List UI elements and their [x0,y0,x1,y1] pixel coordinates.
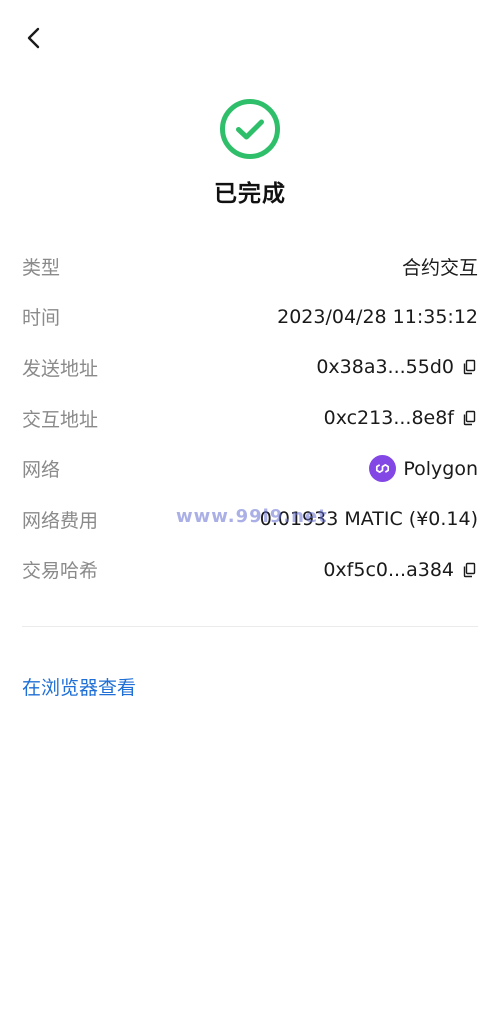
detail-label: 交易哈希 [22,560,99,583]
detail-row-time: 时间 2023/04/28 11:35:12 [22,292,478,343]
copy-icon[interactable] [462,359,478,375]
copy-icon[interactable] [462,562,478,578]
divider [22,626,478,627]
detail-value-from-address: 0x38a3...55d0 [316,356,478,378]
detail-value-contract-address: 0xc213...8e8f [324,407,478,429]
detail-row-network-fee: 网络费用 0.01933 MATIC (¥0.14) [22,494,478,545]
contract-address-text: 0xc213...8e8f [323,407,454,430]
check-circle-icon [219,98,281,160]
transaction-details: 类型 合约交互 时间 2023/04/28 11:35:12 发送地址 0x38… [22,241,478,595]
detail-value-tx-hash: 0xf5c0...a384 [323,559,478,581]
chevron-left-icon [24,26,44,54]
back-button[interactable] [18,24,50,56]
detail-row-contract-address: 交互地址 0xc213...8e8f [22,393,478,444]
detail-label: 发送地址 [22,357,99,380]
status-title: 已完成 [214,181,286,207]
copy-icon[interactable] [462,410,478,426]
detail-label: 时间 [22,307,61,330]
detail-row-network: 网络 Polygon [22,443,478,494]
detail-row-type: 类型 合约交互 [22,241,478,292]
detail-label: 类型 [22,256,61,279]
view-in-explorer-link[interactable]: 在浏览器查看 [22,673,136,700]
detail-row-from-address: 发送地址 0x38a3...55d0 [22,342,478,393]
network-name: Polygon [403,457,478,480]
detail-value-time: 2023/04/28 11:35:12 [277,305,478,328]
polygon-logo-icon [369,455,397,483]
from-address-text: 0x38a3...55d0 [316,356,454,379]
detail-value-network-fee: 0.01933 MATIC (¥0.14) [259,508,478,531]
detail-value-type: 合约交互 [401,256,478,279]
detail-value-network: Polygon [369,455,478,483]
detail-label: 网络 [22,459,61,482]
tx-hash-text: 0xf5c0...a384 [323,558,454,581]
detail-label: 网络费用 [22,509,99,532]
status-section: 已完成 [0,98,500,208]
detail-label: 交互地址 [22,408,99,431]
detail-row-tx-hash: 交易哈希 0xf5c0...a384 [22,545,478,596]
